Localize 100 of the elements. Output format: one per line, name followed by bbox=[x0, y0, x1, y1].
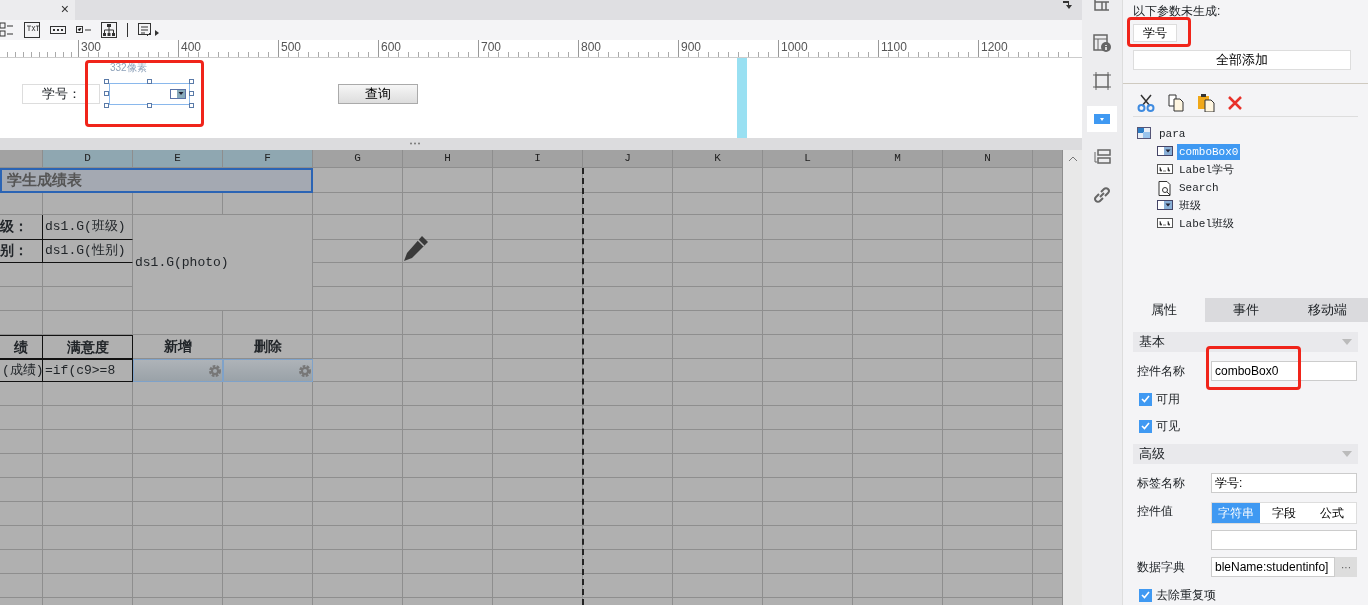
combo-box-field[interactable] bbox=[109, 83, 190, 105]
table-cell[interactable] bbox=[313, 287, 403, 311]
table-cell[interactable] bbox=[403, 359, 493, 382]
table-cell[interactable] bbox=[313, 526, 403, 550]
input-field[interactable]: 学号: bbox=[1211, 473, 1357, 493]
table-cell[interactable] bbox=[583, 574, 673, 598]
table-cell[interactable] bbox=[0, 406, 43, 430]
table-cell[interactable] bbox=[943, 215, 1033, 240]
table-cell[interactable] bbox=[223, 574, 313, 598]
table-cell[interactable] bbox=[763, 406, 853, 430]
table-cell[interactable] bbox=[853, 502, 943, 526]
table-cell[interactable] bbox=[403, 287, 493, 311]
table-cell[interactable] bbox=[943, 335, 1033, 359]
table-cell[interactable] bbox=[0, 287, 43, 311]
section-header[interactable]: 高级 bbox=[1133, 444, 1358, 464]
table-cell[interactable] bbox=[583, 215, 673, 240]
table-cell[interactable] bbox=[313, 454, 403, 478]
table-cell[interactable] bbox=[43, 550, 133, 574]
table-cell[interactable]: 级： bbox=[0, 215, 43, 240]
table-cell[interactable] bbox=[763, 311, 853, 335]
table-cell[interactable] bbox=[583, 263, 673, 287]
table-cell[interactable] bbox=[403, 478, 493, 502]
table-cell[interactable] bbox=[943, 430, 1033, 454]
table-cell[interactable] bbox=[673, 311, 763, 335]
table-cell[interactable] bbox=[943, 406, 1033, 430]
table-cell[interactable] bbox=[763, 263, 853, 287]
table-cell[interactable] bbox=[853, 574, 943, 598]
table-cell[interactable] bbox=[313, 240, 403, 263]
table-cell[interactable] bbox=[493, 215, 583, 240]
table-cell[interactable] bbox=[673, 430, 763, 454]
table-cell[interactable] bbox=[403, 382, 493, 406]
table-cell[interactable] bbox=[673, 215, 763, 240]
table-cell[interactable] bbox=[853, 454, 943, 478]
table-cell[interactable]: ds1.G(性别) bbox=[43, 240, 133, 263]
table-cell[interactable] bbox=[313, 311, 403, 335]
table-cell[interactable] bbox=[943, 382, 1033, 406]
table-cell[interactable]: 别： bbox=[0, 240, 43, 263]
table-cell[interactable] bbox=[943, 240, 1033, 263]
table-cell[interactable] bbox=[763, 574, 853, 598]
table-cell[interactable] bbox=[223, 430, 313, 454]
table-cell[interactable] bbox=[943, 502, 1033, 526]
table-cell[interactable] bbox=[583, 454, 673, 478]
table-cell[interactable] bbox=[133, 193, 223, 215]
password-field-icon[interactable] bbox=[50, 26, 66, 34]
table-cell[interactable] bbox=[313, 574, 403, 598]
list-icon[interactable] bbox=[1093, 148, 1111, 166]
caret-icon[interactable] bbox=[1342, 339, 1352, 345]
table-cell[interactable] bbox=[673, 574, 763, 598]
table-cell[interactable] bbox=[853, 240, 943, 263]
table-cell[interactable] bbox=[43, 526, 133, 550]
table-cell[interactable] bbox=[313, 193, 403, 215]
table-cell[interactable] bbox=[313, 430, 403, 454]
table-cell[interactable] bbox=[313, 550, 403, 574]
table-cell[interactable] bbox=[583, 193, 673, 215]
table-cell[interactable] bbox=[763, 382, 853, 406]
text-field-icon[interactable] bbox=[24, 22, 40, 38]
table-cell[interactable] bbox=[493, 406, 583, 430]
resize-handle[interactable] bbox=[189, 103, 194, 108]
table-cell[interactable] bbox=[763, 502, 853, 526]
table-cell[interactable] bbox=[763, 550, 853, 574]
table-cell[interactable] bbox=[583, 526, 673, 550]
table-cell[interactable] bbox=[673, 359, 763, 382]
table-cell[interactable] bbox=[943, 550, 1033, 574]
table-cell[interactable] bbox=[583, 382, 673, 406]
table-cell[interactable]: =if(c9>=8 bbox=[43, 359, 133, 382]
input-field[interactable] bbox=[1211, 530, 1357, 550]
table-cell[interactable] bbox=[133, 406, 223, 430]
table-cell[interactable] bbox=[853, 359, 943, 382]
table-cell[interactable] bbox=[43, 574, 133, 598]
table-cell[interactable] bbox=[493, 454, 583, 478]
column-header[interactable]: K bbox=[673, 150, 763, 168]
table-cell[interactable] bbox=[943, 287, 1033, 311]
table-cell[interactable] bbox=[403, 574, 493, 598]
table-cell[interactable] bbox=[673, 526, 763, 550]
table-cell[interactable] bbox=[673, 502, 763, 526]
resize-handle[interactable] bbox=[104, 79, 109, 84]
table-cell[interactable] bbox=[493, 574, 583, 598]
table-cell[interactable] bbox=[583, 168, 673, 193]
column-header[interactable]: E bbox=[133, 150, 223, 168]
table-cell[interactable] bbox=[223, 382, 313, 406]
table-cell[interactable] bbox=[673, 454, 763, 478]
table-cell[interactable] bbox=[43, 502, 133, 526]
table-cell[interactable] bbox=[43, 478, 133, 502]
table-cell[interactable] bbox=[223, 193, 313, 215]
table-cell[interactable] bbox=[403, 406, 493, 430]
resize-handle[interactable] bbox=[104, 103, 109, 108]
table-cell[interactable] bbox=[943, 478, 1033, 502]
column-header[interactable]: H bbox=[403, 150, 493, 168]
table-cell[interactable] bbox=[943, 359, 1033, 382]
table-cell[interactable] bbox=[763, 335, 853, 359]
table-cell[interactable] bbox=[313, 168, 403, 193]
table-cell[interactable] bbox=[0, 382, 43, 406]
button-widget-cell[interactable] bbox=[223, 359, 313, 382]
copy-icon[interactable] bbox=[1167, 94, 1185, 112]
table-cell[interactable] bbox=[583, 240, 673, 263]
table-cell[interactable] bbox=[853, 168, 943, 193]
table-cell[interactable] bbox=[313, 335, 403, 359]
table-cell[interactable] bbox=[43, 263, 133, 287]
table-cell[interactable] bbox=[493, 382, 583, 406]
resize-handle[interactable] bbox=[189, 79, 194, 84]
